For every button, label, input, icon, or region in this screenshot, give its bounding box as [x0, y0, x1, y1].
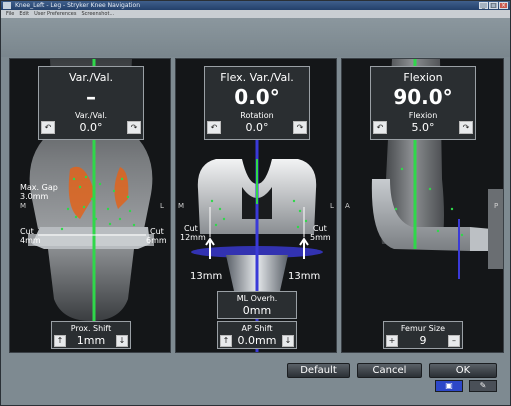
lateral-letter: L	[330, 202, 334, 210]
rotate-right-icon: ↷	[462, 123, 470, 132]
rotate-left-button[interactable]: ↶	[373, 121, 387, 134]
rotate-left-button[interactable]: ↶	[41, 121, 55, 134]
rotate-right-button[interactable]: ↷	[127, 121, 141, 134]
anterior-letter: A	[345, 202, 350, 210]
flexion-header: Flexion 90.0° Flexion 5.0° ↶ ↷	[370, 66, 476, 140]
screenshot-button[interactable]: ▣	[435, 380, 463, 392]
cut-right-label: Cut	[313, 224, 327, 233]
cut-right-value: 6mm	[146, 236, 167, 245]
max-gap-label: Max. Gap	[20, 183, 58, 192]
ap-shift-control: AP Shift 0.0mm ↑ ↓	[217, 321, 297, 349]
medial-letter: M	[178, 202, 185, 210]
cut-right-value: 5mm	[310, 233, 331, 242]
measurement-left: 13mm	[190, 271, 223, 282]
menu-user-preferences[interactable]: User Preferences	[34, 11, 76, 17]
arrow-up-icon: ↑	[222, 336, 230, 345]
ml-label: ML Overh.	[236, 294, 278, 303]
rotate-right-icon: ↷	[130, 123, 138, 132]
medial-letter: M	[20, 202, 27, 210]
footer-label: Femur Size	[400, 324, 446, 333]
ml-value: 0mm	[242, 304, 272, 317]
default-button[interactable]: Default	[287, 363, 350, 378]
shift-up-button[interactable]: ↑	[54, 335, 66, 347]
cancel-button[interactable]: Cancel	[357, 363, 422, 378]
posterior-letter: P	[494, 202, 499, 210]
sagittal-view-panel: Flexion 90.0° Flexion 5.0° ↶ ↷ A P Femur…	[341, 58, 504, 353]
pencil-icon: ✎	[479, 381, 487, 390]
rotate-right-button[interactable]: ↷	[459, 121, 473, 134]
footer-label: Prox. Shift	[70, 324, 112, 333]
measurement-right: 13mm	[288, 271, 321, 282]
title-bar: Knee_Left - Leg - Stryker Knee Navigatio…	[1, 1, 510, 10]
edit-button[interactable]: ✎	[469, 380, 497, 392]
rotate-left-icon: ↶	[44, 123, 52, 132]
flexion-varus-valgus-header: Flex. Var./Val. 0.0° Rotation 0.0° ↶ ↷	[204, 66, 310, 140]
ok-button[interactable]: OK	[429, 363, 497, 378]
sub-label: Rotation	[240, 111, 274, 120]
rotate-right-icon: ↷	[296, 123, 304, 132]
application-window: Knee_Left - Leg - Stryker Knee Navigatio…	[0, 0, 511, 406]
rotate-right-button[interactable]: ↷	[293, 121, 307, 134]
app-icon	[3, 2, 11, 9]
maximize-button[interactable]: □	[489, 2, 498, 9]
header-value: –	[86, 85, 96, 109]
menu-screenshot[interactable]: Screenshot...	[81, 11, 114, 17]
ml-overhang-readout: ML Overh. 0mm	[217, 291, 297, 319]
cut-left-value: 12mm	[180, 233, 206, 242]
header-title: Var./Val.	[68, 71, 114, 84]
size-decrease-button[interactable]: –	[448, 335, 460, 347]
arrow-down-icon: ↓	[118, 336, 126, 345]
minimize-button[interactable]: _	[479, 2, 488, 9]
cut-right-label: Cut	[150, 227, 164, 236]
shift-down-button[interactable]: ↓	[116, 335, 128, 347]
sub-label: Flexion	[408, 111, 438, 120]
rotate-left-icon: ↶	[376, 123, 384, 132]
rotate-left-icon: ↶	[210, 123, 218, 132]
cut-left-label: Cut	[20, 227, 34, 236]
shift-up-button[interactable]: ↑	[220, 335, 232, 347]
varus-valgus-header: Var./Val. – Var./Val. 0.0° ↶ ↷	[38, 66, 144, 140]
cut-left-label: Cut	[184, 224, 198, 233]
footer-label: AP Shift	[241, 324, 273, 333]
header-title: Flex. Var./Val.	[220, 71, 294, 84]
menu-bar: File Edit User Preferences Screenshot...	[1, 10, 510, 18]
header-title: Flexion	[403, 71, 443, 84]
header-value: 0.0°	[234, 85, 280, 109]
lateral-letter: L	[160, 202, 164, 210]
arrow-down-icon: ↓	[284, 336, 292, 345]
cut-left-value: 4mm	[20, 236, 41, 245]
proximal-shift-control: Prox. Shift 1mm ↑ ↓	[51, 321, 131, 349]
rotate-left-button[interactable]: ↶	[207, 121, 221, 134]
max-gap-value: 3.0mm	[20, 192, 49, 201]
coronal-view-panel: Var./Val. – Var./Val. 0.0° ↶ ↷ Max. Gap …	[9, 58, 171, 353]
arrow-up-icon: ↑	[56, 336, 64, 345]
close-button[interactable]: ×	[499, 2, 508, 9]
menu-edit[interactable]: Edit	[19, 11, 29, 17]
camera-icon: ▣	[445, 381, 453, 390]
window-title: Knee_Left - Leg - Stryker Knee Navigatio…	[15, 2, 140, 9]
menu-file[interactable]: File	[6, 11, 14, 17]
femur-size-control: Femur Size 9 + –	[383, 321, 463, 349]
axial-view-panel: Flex. Var./Val. 0.0° Rotation 0.0° ↶ ↷ M…	[175, 58, 337, 353]
sub-label: Var./Val.	[74, 111, 108, 120]
header-value: 90.0°	[393, 85, 453, 109]
toolbar-area	[1, 18, 510, 57]
size-increase-button[interactable]: +	[386, 335, 398, 347]
shift-down-button[interactable]: ↓	[282, 335, 294, 347]
